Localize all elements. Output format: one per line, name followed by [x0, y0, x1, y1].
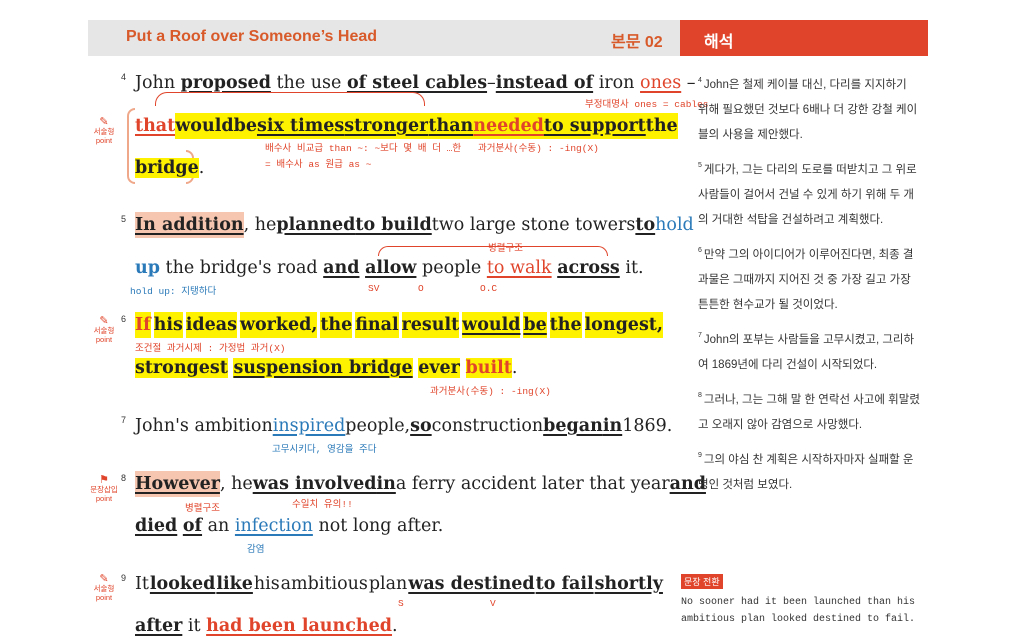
sentence-5-line-1: In addition , he planned to build two la… — [135, 212, 694, 238]
sentence-6-line-1: If his ideas worked, the final result wo… — [135, 312, 663, 338]
reference-arc — [155, 92, 425, 106]
sentence-number: 5 — [121, 214, 127, 224]
annotation-past-participle-2: 과거분사(수동) : -ing(X) — [430, 386, 551, 397]
annotation-comparison-alt: = 배수사 as 원급 as ~ — [265, 159, 372, 170]
flag-icon: ⚑ — [99, 474, 109, 486]
translation-9: 9 그의 야심 찬 계획은 시작하자마자 실패할 운명인 것처럼 보였다. — [698, 452, 914, 491]
translation-8: 8 그러나, 그는 그해 말 한 연락선 사고에 휘말렸고 오래지 않아 감염으로… — [698, 392, 920, 431]
annotation-conditional: 조건절 과거시제 : 가정법 과거(X) — [135, 343, 286, 354]
sentence-7-line-1: John's ambition inspired people, so cons… — [135, 416, 673, 436]
sentence-4-line-3: bridge. — [135, 158, 205, 178]
annotation-inspire: 고무시키다, 영감을 주다 — [272, 444, 377, 455]
annotation-pronoun: 부정대명사 ones = cables — [585, 99, 709, 110]
translation-tab: 해석 — [704, 34, 734, 51]
annotation-hold-up: hold up: 지탱하다 — [130, 286, 217, 297]
bracket-left — [127, 108, 135, 184]
pencil-icon: ✎ — [99, 315, 109, 327]
annotation-past-participle-1: 과거분사(수동) : -ing(X) — [478, 143, 599, 154]
annotation-oc: O.C — [480, 283, 498, 294]
pencil-icon: ✎ — [99, 116, 109, 128]
page-title: Put a Roof over Someone’s Head — [126, 28, 378, 45]
sentence-number: 7 — [121, 415, 127, 425]
sentence-4-line-2: that would be six times stronger than ne… — [135, 113, 678, 139]
insertion-point-marker: ⚑ 문장삽입 point — [86, 474, 122, 504]
translation-6: 6 만약 그의 아이디어가 이루어진다면, 최종 결과물은 그때까지 지어진 것 … — [698, 247, 914, 311]
annotation-agreement: 수일치 유의!! — [292, 499, 353, 510]
writing-point-marker: ✎ 서술형 point — [86, 315, 122, 345]
writing-point-marker: ✎ 서술형 point — [86, 116, 122, 146]
sentence-conversion-badge: 문장 전환 — [681, 574, 723, 589]
annotation-v: V — [490, 598, 496, 609]
sentence-conversion-text: No sooner had it been launched than his … — [681, 597, 916, 625]
annotation-o: O — [418, 283, 424, 294]
sentence-5-line-2: up the bridge's road and allow people to… — [135, 258, 644, 278]
annotation-sv: SV — [368, 283, 380, 294]
section-label: 본문 02 — [611, 34, 663, 51]
translation-4: 4 John은 철제 케이블 대신, 다리를 지지하기 위해 필요했던 것보다 6… — [698, 77, 918, 141]
sentence-8-line-1: However , he was involved in a ferry acc… — [135, 471, 706, 497]
sentence-number: 4 — [121, 72, 127, 82]
sentence-9-line-1: It looked like his ambitious plan was de… — [135, 574, 663, 594]
sentence-6-line-2: strongest suspension bridge ever built. — [135, 358, 518, 378]
annotation-infection: 감염 — [247, 544, 265, 555]
pencil-icon: ✎ — [99, 573, 109, 585]
sentence-number: 6 — [121, 314, 127, 324]
sentence-8-line-2: died of an infection not long after. — [135, 516, 444, 536]
translation-7: 7 John의 포부는 사람들을 고무시켰고, 그리하여 1869년에 다리 건설… — [698, 332, 915, 371]
translation-5: 5 게다가, 그는 다리의 도로를 떠받치고 그 위로 사람들이 걸어서 건널 수… — [698, 162, 917, 226]
writing-point-marker: ✎ 서술형 point — [86, 573, 122, 603]
sentence-number: 9 — [121, 573, 127, 583]
annotation-s: S — [398, 598, 404, 609]
annotation-parallel-2: 병렬구조 — [185, 503, 220, 514]
sentence-9-line-2: after it had been launched. — [135, 616, 398, 636]
annotation-comparison: 배수사 비교급 than ~: ~보다 몇 배 더 …한 — [265, 143, 462, 154]
sentence-number: 8 — [121, 473, 127, 483]
